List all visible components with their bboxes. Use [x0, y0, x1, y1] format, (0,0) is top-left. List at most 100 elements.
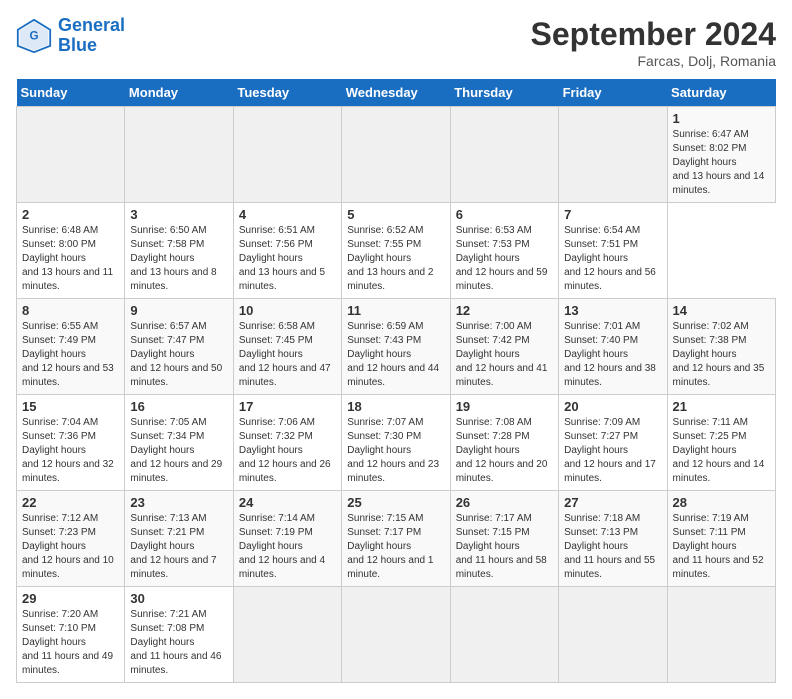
calendar-week-row: 22 Sunrise: 7:12 AMSunset: 7:23 PMDaylig… [17, 491, 776, 587]
calendar-week-row: 15 Sunrise: 7:04 AMSunset: 7:36 PMDaylig… [17, 395, 776, 491]
day-number: 15 [22, 399, 119, 414]
day-info: Sunrise: 7:04 AMSunset: 7:36 PMDaylight … [22, 416, 119, 486]
day-number: 12 [456, 303, 553, 318]
day-number: 19 [456, 399, 553, 414]
day-cell: 20 Sunrise: 7:09 AMSunset: 7:27 PMDaylig… [559, 395, 667, 491]
logo-icon: G [16, 18, 52, 54]
day-cell: 4 Sunrise: 6:51 AMSunset: 7:56 PMDayligh… [233, 203, 341, 299]
day-cell: 15 Sunrise: 7:04 AMSunset: 7:36 PMDaylig… [17, 395, 125, 491]
day-number: 21 [673, 399, 770, 414]
location-subtitle: Farcas, Dolj, Romania [531, 53, 776, 69]
day-info: Sunrise: 7:12 AMSunset: 7:23 PMDaylight … [22, 512, 119, 582]
calendar-week-row: 1 Sunrise: 6:47 AMSunset: 8:02 PMDayligh… [17, 107, 776, 203]
day-info: Sunrise: 6:53 AMSunset: 7:53 PMDaylight … [456, 224, 553, 294]
title-block: September 2024 Farcas, Dolj, Romania [531, 16, 776, 69]
day-number: 10 [239, 303, 336, 318]
day-info: Sunrise: 7:21 AMSunset: 7:08 PMDaylight … [130, 608, 227, 678]
day-number: 18 [347, 399, 444, 414]
day-cell: 3 Sunrise: 6:50 AMSunset: 7:58 PMDayligh… [125, 203, 233, 299]
day-info: Sunrise: 6:58 AMSunset: 7:45 PMDaylight … [239, 320, 336, 390]
day-info: Sunrise: 7:15 AMSunset: 7:17 PMDaylight … [347, 512, 444, 582]
day-cell: 14 Sunrise: 7:02 AMSunset: 7:38 PMDaylig… [667, 299, 775, 395]
empty-cell [342, 107, 450, 203]
day-number: 5 [347, 207, 444, 222]
day-number: 30 [130, 591, 227, 606]
day-number: 2 [22, 207, 119, 222]
day-cell [233, 587, 341, 683]
day-cell: 1 Sunrise: 6:47 AMSunset: 8:02 PMDayligh… [667, 107, 775, 203]
empty-cell [559, 107, 667, 203]
day-info: Sunrise: 7:18 AMSunset: 7:13 PMDaylight … [564, 512, 661, 582]
day-number: 20 [564, 399, 661, 414]
day-info: Sunrise: 6:48 AMSunset: 8:00 PMDaylight … [22, 224, 119, 294]
day-info: Sunrise: 7:19 AMSunset: 7:11 PMDaylight … [673, 512, 770, 582]
calendar-table: SundayMondayTuesdayWednesdayThursdayFrid… [16, 79, 776, 683]
day-cell: 18 Sunrise: 7:07 AMSunset: 7:30 PMDaylig… [342, 395, 450, 491]
day-cell: 10 Sunrise: 6:58 AMSunset: 7:45 PMDaylig… [233, 299, 341, 395]
logo-line2: Blue [58, 35, 97, 55]
day-cell [559, 587, 667, 683]
day-info: Sunrise: 7:11 AMSunset: 7:25 PMDaylight … [673, 416, 770, 486]
day-number: 4 [239, 207, 336, 222]
calendar-week-row: 8 Sunrise: 6:55 AMSunset: 7:49 PMDayligh… [17, 299, 776, 395]
day-cell: 30 Sunrise: 7:21 AMSunset: 7:08 PMDaylig… [125, 587, 233, 683]
day-number: 9 [130, 303, 227, 318]
day-cell: 12 Sunrise: 7:00 AMSunset: 7:42 PMDaylig… [450, 299, 558, 395]
day-cell: 16 Sunrise: 7:05 AMSunset: 7:34 PMDaylig… [125, 395, 233, 491]
day-cell: 28 Sunrise: 7:19 AMSunset: 7:11 PMDaylig… [667, 491, 775, 587]
day-number: 7 [564, 207, 661, 222]
day-cell: 2 Sunrise: 6:48 AMSunset: 8:00 PMDayligh… [17, 203, 125, 299]
svg-text:G: G [29, 29, 38, 42]
day-number: 27 [564, 495, 661, 510]
empty-cell [17, 107, 125, 203]
day-number: 25 [347, 495, 444, 510]
day-info: Sunrise: 6:59 AMSunset: 7:43 PMDaylight … [347, 320, 444, 390]
day-info: Sunrise: 6:47 AMSunset: 8:02 PMDaylight … [673, 128, 770, 198]
day-number: 6 [456, 207, 553, 222]
day-cell: 7 Sunrise: 6:54 AMSunset: 7:51 PMDayligh… [559, 203, 667, 299]
day-cell: 24 Sunrise: 7:14 AMSunset: 7:19 PMDaylig… [233, 491, 341, 587]
day-info: Sunrise: 7:13 AMSunset: 7:21 PMDaylight … [130, 512, 227, 582]
day-cell: 23 Sunrise: 7:13 AMSunset: 7:21 PMDaylig… [125, 491, 233, 587]
day-number: 22 [22, 495, 119, 510]
calendar-week-row: 29 Sunrise: 7:20 AMSunset: 7:10 PMDaylig… [17, 587, 776, 683]
page-header: G General Blue September 2024 Farcas, Do… [16, 16, 776, 69]
day-number: 13 [564, 303, 661, 318]
day-cell: 11 Sunrise: 6:59 AMSunset: 7:43 PMDaylig… [342, 299, 450, 395]
day-cell: 9 Sunrise: 6:57 AMSunset: 7:47 PMDayligh… [125, 299, 233, 395]
day-cell [342, 587, 450, 683]
day-info: Sunrise: 6:55 AMSunset: 7:49 PMDaylight … [22, 320, 119, 390]
calendar-header-row: SundayMondayTuesdayWednesdayThursdayFrid… [17, 79, 776, 107]
day-cell: 6 Sunrise: 6:53 AMSunset: 7:53 PMDayligh… [450, 203, 558, 299]
day-number: 28 [673, 495, 770, 510]
day-number: 16 [130, 399, 227, 414]
col-header-wednesday: Wednesday [342, 79, 450, 107]
col-header-monday: Monday [125, 79, 233, 107]
day-cell: 29 Sunrise: 7:20 AMSunset: 7:10 PMDaylig… [17, 587, 125, 683]
day-number: 8 [22, 303, 119, 318]
col-header-friday: Friday [559, 79, 667, 107]
day-info: Sunrise: 7:20 AMSunset: 7:10 PMDaylight … [22, 608, 119, 678]
logo-line1: General [58, 15, 125, 35]
day-cell: 13 Sunrise: 7:01 AMSunset: 7:40 PMDaylig… [559, 299, 667, 395]
logo: G General Blue [16, 16, 125, 56]
day-info: Sunrise: 7:00 AMSunset: 7:42 PMDaylight … [456, 320, 553, 390]
day-cell: 5 Sunrise: 6:52 AMSunset: 7:55 PMDayligh… [342, 203, 450, 299]
day-number: 17 [239, 399, 336, 414]
col-header-sunday: Sunday [17, 79, 125, 107]
day-cell: 19 Sunrise: 7:08 AMSunset: 7:28 PMDaylig… [450, 395, 558, 491]
day-number: 24 [239, 495, 336, 510]
day-cell: 17 Sunrise: 7:06 AMSunset: 7:32 PMDaylig… [233, 395, 341, 491]
calendar-week-row: 2 Sunrise: 6:48 AMSunset: 8:00 PMDayligh… [17, 203, 776, 299]
col-header-tuesday: Tuesday [233, 79, 341, 107]
day-number: 26 [456, 495, 553, 510]
month-title: September 2024 [531, 16, 776, 53]
day-cell [450, 587, 558, 683]
day-cell: 22 Sunrise: 7:12 AMSunset: 7:23 PMDaylig… [17, 491, 125, 587]
day-number: 11 [347, 303, 444, 318]
day-info: Sunrise: 7:01 AMSunset: 7:40 PMDaylight … [564, 320, 661, 390]
day-number: 3 [130, 207, 227, 222]
day-info: Sunrise: 7:05 AMSunset: 7:34 PMDaylight … [130, 416, 227, 486]
day-number: 14 [673, 303, 770, 318]
day-cell: 25 Sunrise: 7:15 AMSunset: 7:17 PMDaylig… [342, 491, 450, 587]
